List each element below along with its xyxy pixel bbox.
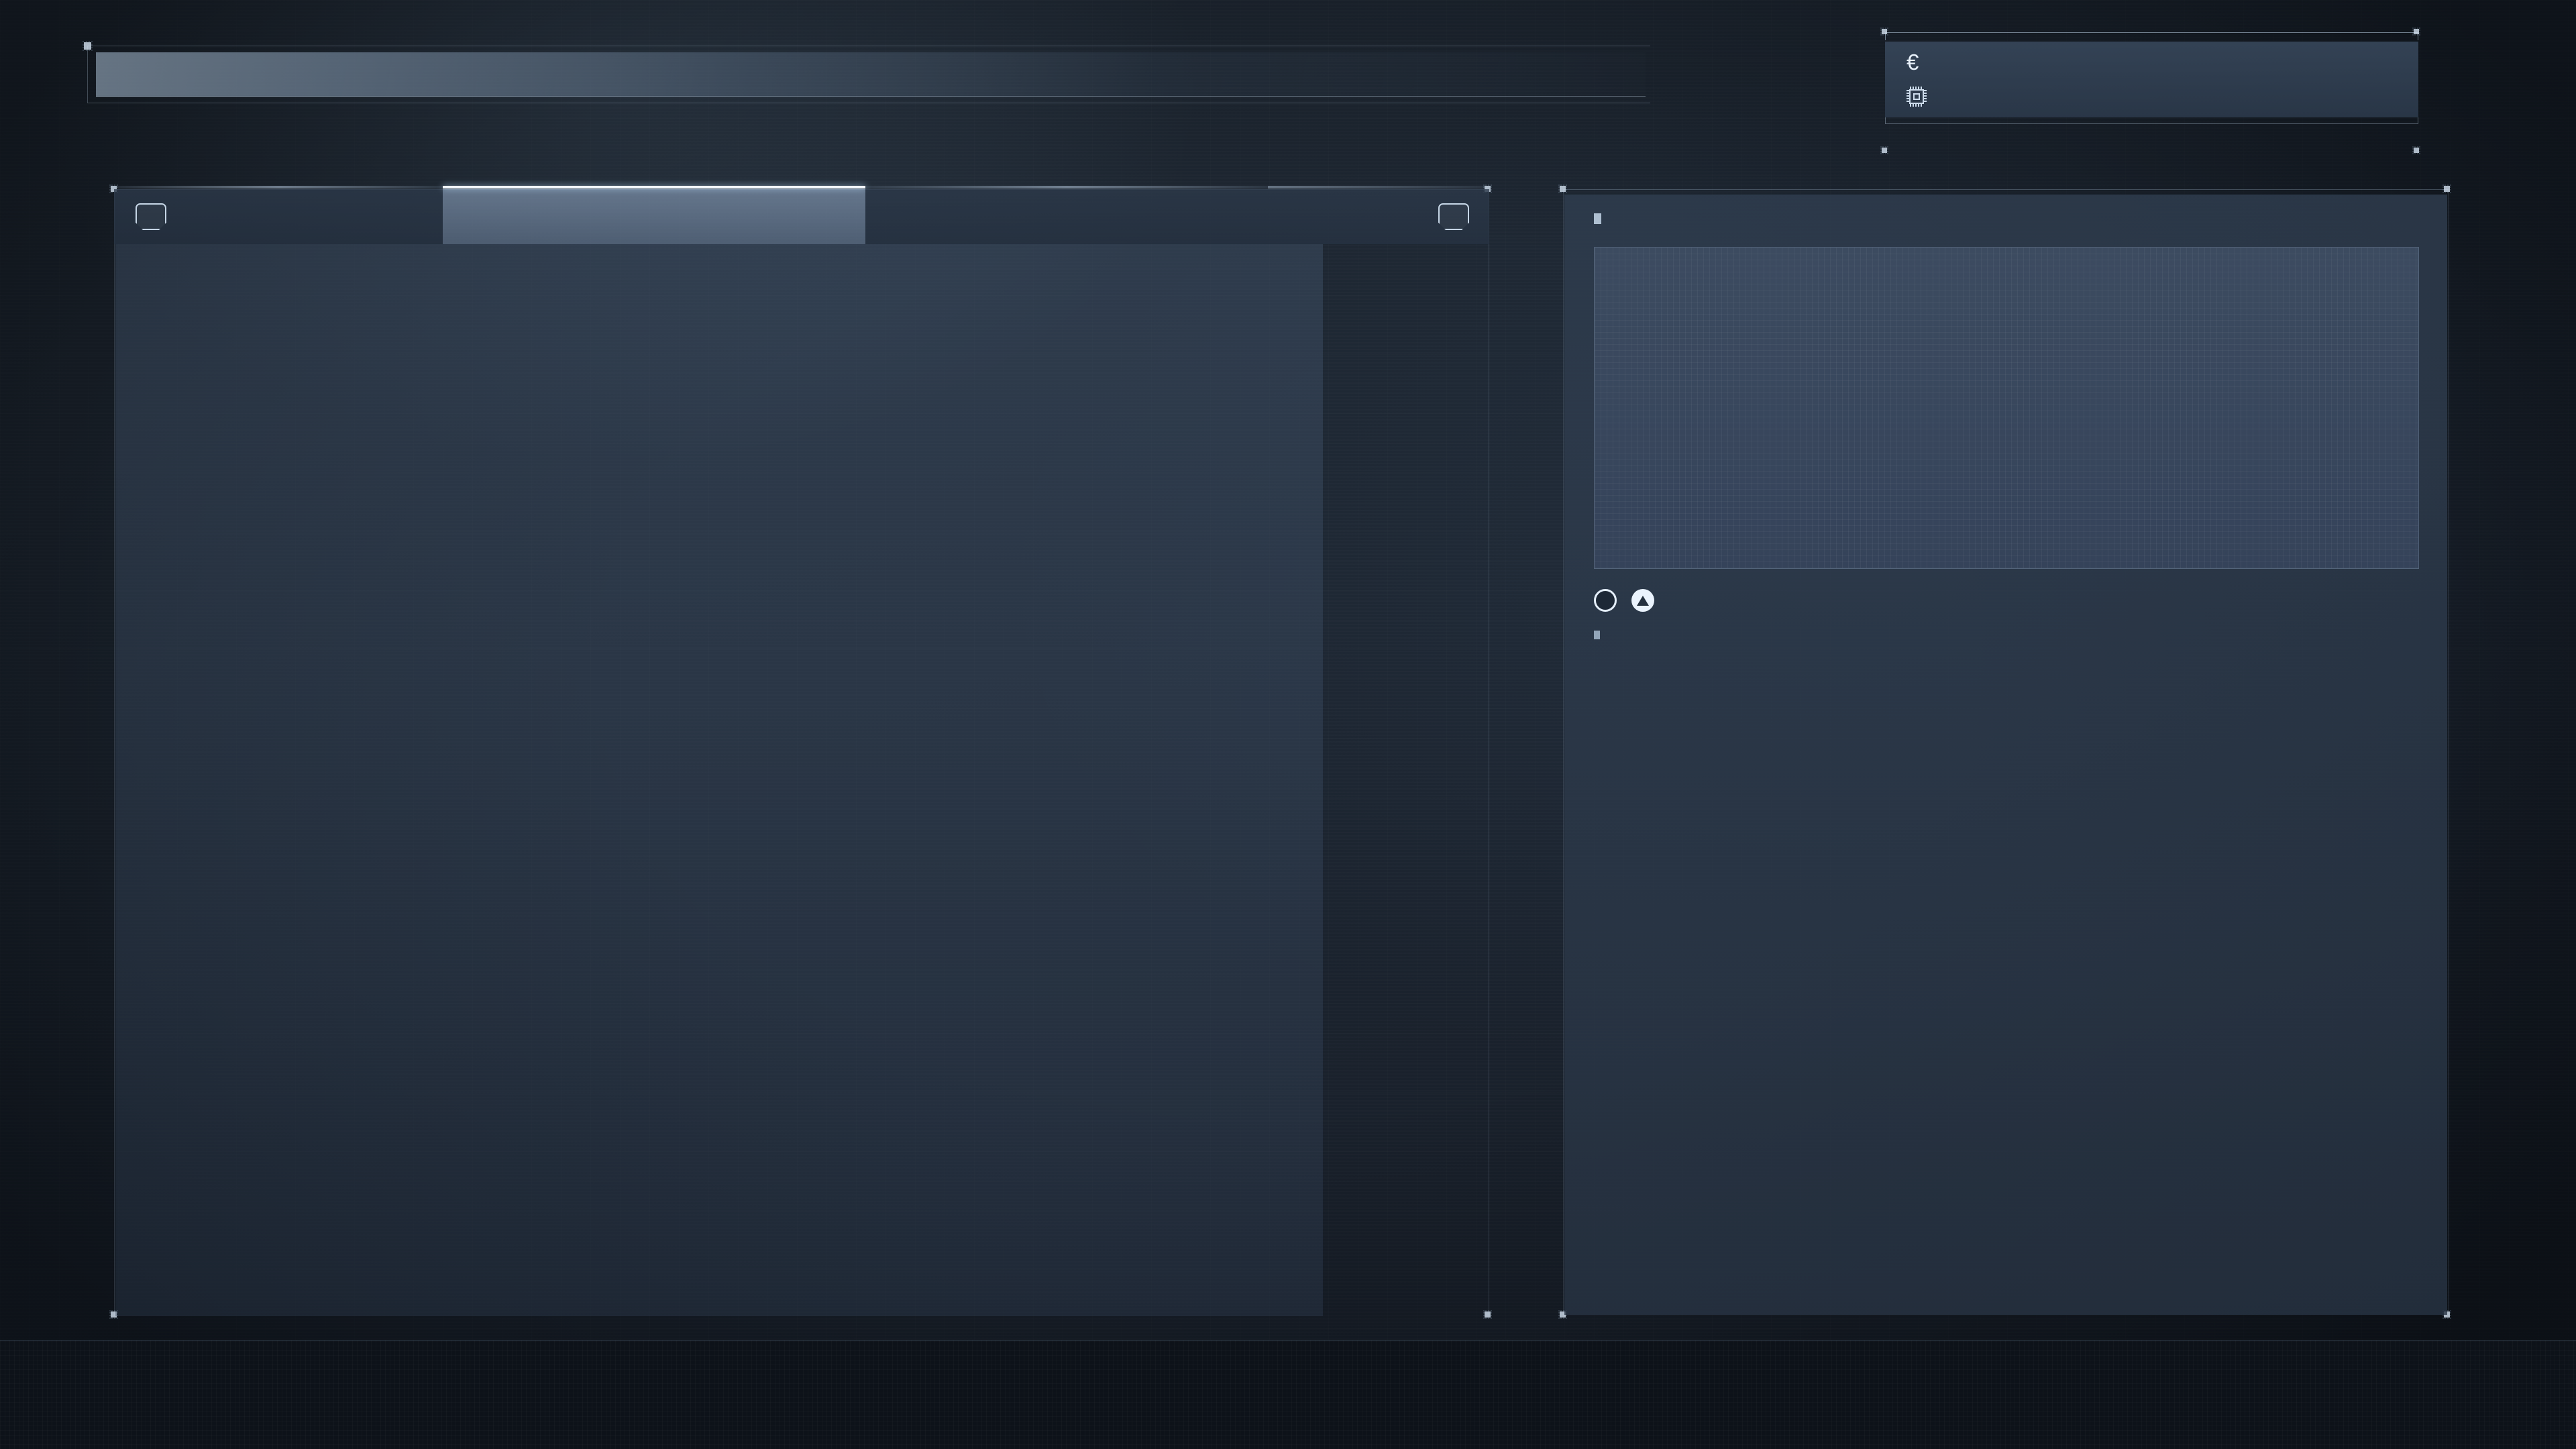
currency-row-ost-chips [1907, 79, 2392, 113]
info-status-header [1594, 631, 2418, 639]
r1-shoulder-icon [1438, 203, 1469, 230]
currency-row-coam: € [1907, 45, 2392, 79]
tab-attack-control[interactable] [865, 186, 1268, 244]
kicker-square-icon [1594, 213, 1601, 224]
euro-icon: € [1907, 50, 1919, 74]
currency-frame-bottom [1885, 117, 2418, 124]
corner-marker-currency-right [2412, 28, 2420, 36]
corner-marker-title [83, 41, 93, 51]
tuning-info-panel [1564, 195, 2447, 1315]
corner-marker-info-tl [1558, 184, 1567, 193]
blueprint-grid [1595, 248, 2418, 568]
tab-bar-filler [1268, 186, 1489, 244]
blueprint-image [1594, 247, 2419, 569]
corner-marker-info-tr [2443, 184, 2451, 193]
l1-shoulder-icon [136, 203, 166, 230]
l3-stick-icon [1594, 589, 1617, 612]
status-square-icon [1594, 631, 1600, 639]
corner-marker-currency-br [2412, 146, 2420, 154]
chip-icon [1907, 86, 1937, 107]
corner-marker-main-br [1483, 1310, 1492, 1319]
currency-frame-top [1885, 32, 2418, 40]
currency-panel: € [1885, 42, 2418, 117]
tab-top-accent-3 [1268, 186, 1489, 189]
tab-top-accent-active [443, 186, 865, 189]
tuning-info-kicker [1594, 213, 2418, 224]
triangle-icon [1631, 589, 1654, 612]
tab-top-accent [114, 186, 443, 189]
footer-hint-bar [0, 1340, 2576, 1449]
corner-marker-currency-left [1880, 28, 1888, 36]
corner-marker-currency-bl [1880, 146, 1888, 154]
tab-top-accent-2 [865, 186, 1268, 189]
tab-system-unlocks[interactable] [114, 186, 443, 244]
tab-core-expansions[interactable] [443, 186, 865, 244]
activation-hint-row [1594, 589, 2418, 612]
tab-bar [114, 186, 1489, 244]
title-plate [96, 52, 1646, 97]
list-background [115, 244, 1323, 1316]
